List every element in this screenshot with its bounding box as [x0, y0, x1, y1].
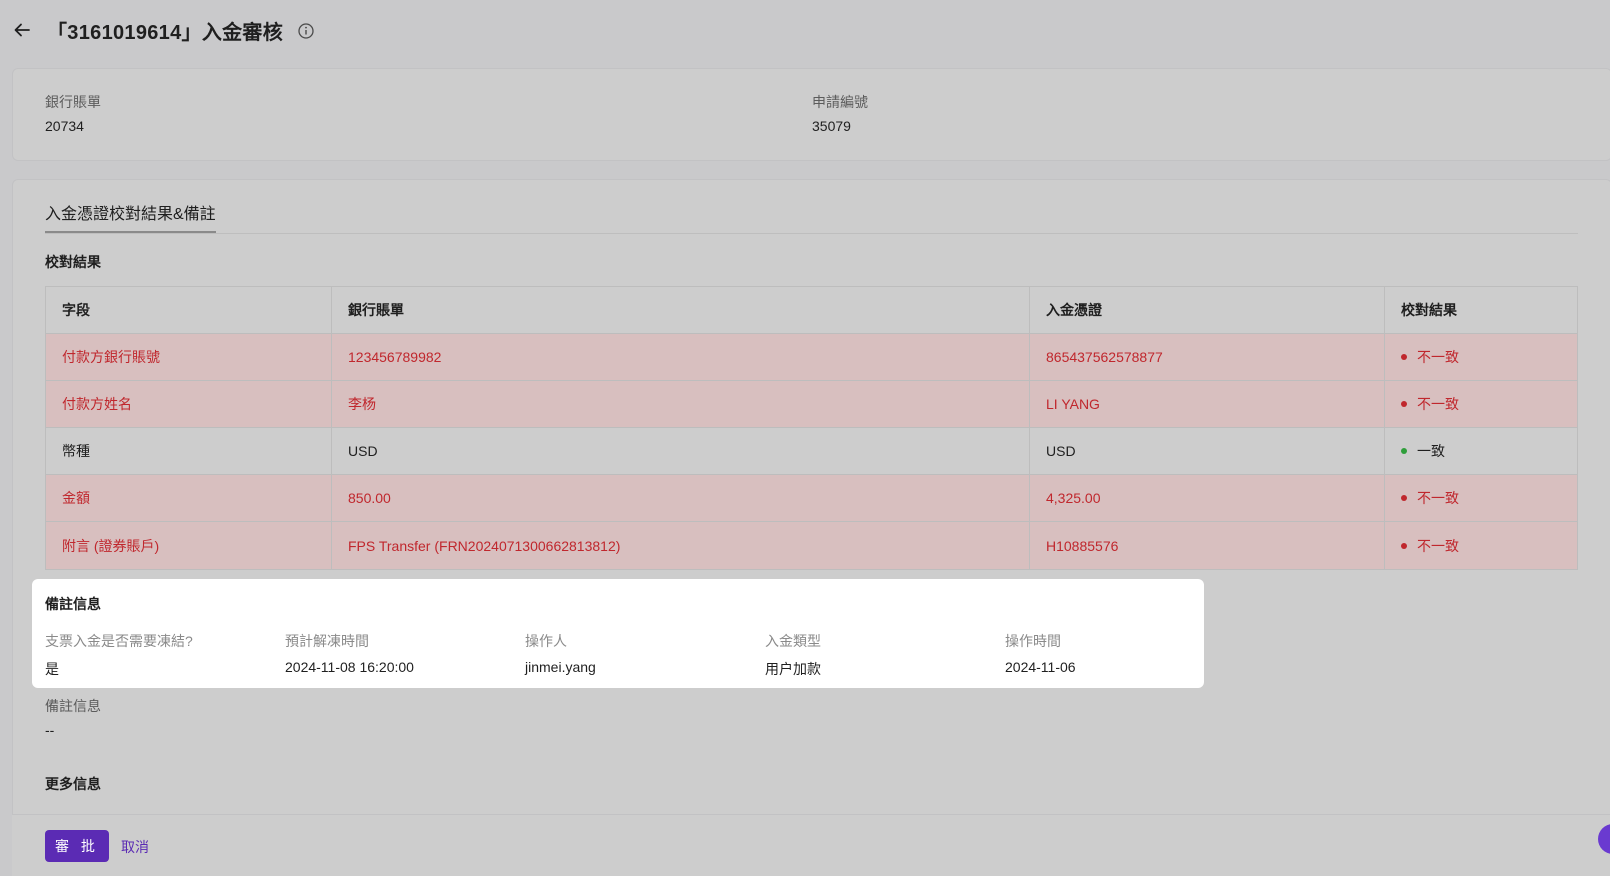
bank-cell: 李杨	[332, 381, 1030, 427]
column-header: 入金憑證	[1030, 287, 1385, 333]
operation-time-value: 2024-11-06	[1005, 659, 1076, 675]
result-text: 不一致	[1417, 349, 1459, 365]
result-cell: 不一致	[1385, 475, 1577, 521]
voucher-cell: 4,325.00	[1030, 475, 1385, 521]
comparison-title: 校對結果	[45, 254, 101, 270]
table-row: 付款方姓名 李杨 LI YANG 不一致	[46, 381, 1577, 428]
back-arrow-icon[interactable]	[10, 18, 34, 42]
field-cell: 金額	[46, 475, 332, 521]
voucher-cell: H10885576	[1030, 522, 1385, 569]
page-title: 「3161019614」入金審核	[47, 22, 284, 44]
result-text: 不一致	[1417, 396, 1459, 412]
result-text: 不一致	[1417, 537, 1459, 554]
remark-field: 支票入金是否需要凍結? 是	[45, 631, 193, 679]
footer-bar	[12, 814, 1610, 876]
approve-button[interactable]: 審 批	[45, 830, 109, 862]
unfreeze-time-label: 預計解凍時間	[285, 633, 369, 649]
unfreeze-time-value: 2024-11-08 16:20:00	[285, 659, 414, 675]
voucher-cell: LI YANG	[1030, 381, 1385, 427]
voucher-cell: 865437562578877	[1030, 334, 1385, 380]
field-cell: 附言 (證券賬戶)	[46, 522, 332, 569]
bank-cell: FPS Transfer (FRN20240713006628138​12)	[332, 522, 1030, 569]
remark-field: 操作時間 2024-11-06	[1005, 631, 1076, 675]
result-text: 不一致	[1417, 490, 1459, 506]
result-cell: 不一致	[1385, 522, 1577, 569]
tab-verification-remarks[interactable]: 入金憑證校對結果&備註	[45, 200, 216, 233]
comparison-table: 字段 銀行賬單 入金憑證 校對結果 付款方銀行賬號 123456789982 8…	[45, 286, 1578, 570]
mismatch-dot-icon	[1401, 354, 1407, 360]
result-cell: 不一致	[1385, 381, 1577, 427]
field-cell: 付款方姓名	[46, 381, 332, 427]
match-dot-icon	[1401, 448, 1407, 454]
operator-value: jinmei.yang	[525, 659, 596, 675]
column-header: 銀行賬單	[332, 287, 1030, 333]
tab-active-indicator	[45, 231, 216, 233]
remark-label: 備註信息	[45, 698, 101, 714]
page: 「3161019614」入金審核 銀行賬單 20734 申請編號 35079 入…	[0, 0, 1610, 876]
deposit-type-value: 用户加款	[765, 661, 821, 677]
table-row: 幣種 USD USD 一致	[46, 428, 1577, 475]
voucher-cell: USD	[1030, 428, 1385, 474]
column-header: 字段	[46, 287, 332, 333]
operator-label: 操作人	[525, 633, 567, 649]
freeze-value: 是	[45, 661, 59, 677]
mismatch-dot-icon	[1401, 542, 1407, 549]
application-no-value: 35079	[812, 118, 851, 134]
mismatch-dot-icon	[1401, 495, 1407, 501]
result-cell: 一致	[1385, 428, 1577, 474]
deposit-type-label: 入金類型	[765, 633, 821, 649]
field-cell: 付款方銀行賬號	[46, 334, 332, 380]
table-row: 付款方銀行賬號 123456789982 865437562578877 不一致	[46, 334, 1577, 381]
remark-field: 操作人 jinmei.yang	[525, 631, 596, 675]
table-header-row: 字段 銀行賬單 入金憑證 校對結果	[46, 287, 1577, 334]
cancel-button[interactable]: 取消	[121, 837, 149, 857]
field-cell: 幣種	[46, 428, 332, 474]
mismatch-dot-icon	[1401, 401, 1407, 407]
bank-statement-label: 銀行賬單	[45, 94, 101, 110]
operation-time-label: 操作時間	[1005, 633, 1061, 649]
bank-statement-value: 20734	[45, 118, 84, 134]
remark-value: --	[45, 722, 55, 738]
application-no-label: 申請編號	[812, 94, 868, 110]
remark-panel-title: 備註信息	[45, 596, 101, 612]
bank-cell: 850.00	[332, 475, 1030, 521]
table-row: 附言 (證券賬戶) FPS Transfer (FRN2024071300662…	[46, 522, 1577, 569]
remark-info-panel: 備註信息 支票入金是否需要凍結? 是 預計解凍時間 2024-11-08 16:…	[32, 579, 1204, 688]
more-info-title: 更多信息	[45, 776, 101, 792]
bank-cell: 123456789982	[332, 334, 1030, 380]
info-icon[interactable]	[297, 22, 315, 40]
summary-card	[12, 68, 1610, 161]
remark-field: 入金類型 用户加款	[765, 631, 821, 679]
column-header: 校對結果	[1385, 287, 1577, 333]
table-row: 金額 850.00 4,325.00 不一致	[46, 475, 1577, 522]
remark-field: 預計解凍時間 2024-11-08 16:20:00	[285, 631, 414, 675]
result-cell: 不一致	[1385, 334, 1577, 380]
bank-cell: USD	[332, 428, 1030, 474]
result-text: 一致	[1417, 443, 1445, 459]
tab-divider	[45, 233, 1578, 234]
freeze-label: 支票入金是否需要凍結?	[45, 633, 193, 649]
